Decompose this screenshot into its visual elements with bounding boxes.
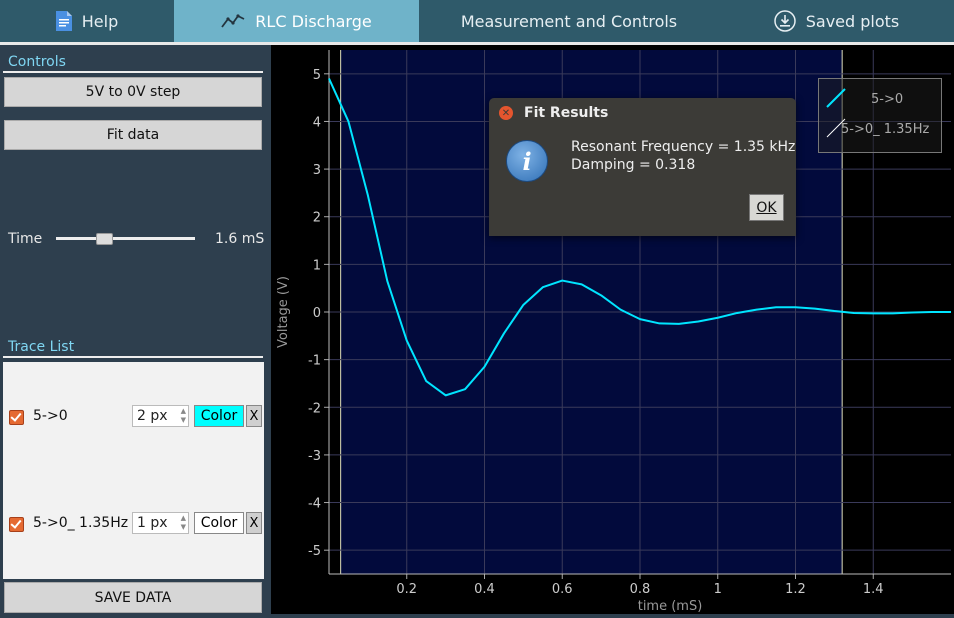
document-icon (55, 11, 72, 31)
trace-width-value: 1 px (137, 515, 168, 531)
legend-label-1: 5->0 (871, 92, 904, 107)
time-label: Time (8, 231, 43, 247)
download-icon (773, 10, 796, 32)
chart-legend[interactable]: 5->0 5->0_ 1.35Hz (818, 78, 942, 153)
y-tick-label: -3 (308, 449, 321, 464)
legend-swatch-1 (826, 88, 846, 108)
info-icon: i (506, 140, 548, 182)
x-tick-label: 1.4 (863, 582, 884, 597)
y-tick-label: -5 (308, 544, 321, 559)
time-slider-handle[interactable] (96, 233, 114, 245)
trace-remove-button[interactable]: X (246, 512, 262, 534)
trace-width-value: 2 px (137, 408, 168, 424)
chart-line-icon (221, 13, 245, 29)
legend-label-2: 5->0_ 1.35Hz (841, 122, 930, 137)
trace-row: 5->0_ 1.35Hz 1 px ▲ ▼ Color X (3, 512, 264, 536)
x-axis-label: time (mS) (638, 599, 703, 614)
y-tick-label: 4 (313, 115, 321, 130)
trace-list-divider (3, 356, 263, 358)
tab-saved-plots-label: Saved plots (805, 11, 900, 31)
y-tick-label: -4 (308, 497, 321, 512)
trace-width-spinbox[interactable]: 1 px ▲ ▼ (132, 512, 189, 534)
tab-rlc-discharge[interactable]: RLC Discharge (174, 0, 419, 42)
x-tick-label: 0.8 (630, 582, 651, 597)
spin-arrows-icon[interactable]: ▲ ▼ (181, 514, 186, 532)
trace-row: 5->0 2 px ▲ ▼ Color X (3, 405, 264, 429)
y-tick-label: 1 (313, 258, 321, 273)
y-tick-label: 0 (313, 306, 321, 321)
dialog-title: Fit Results (524, 105, 609, 121)
trace-visible-checkbox[interactable] (9, 410, 24, 425)
y-tick-label: -1 (308, 354, 321, 369)
close-icon[interactable]: ✕ (499, 106, 513, 120)
y-axis-label: Voltage (V) (276, 276, 291, 348)
x-tick-label: 1 (714, 582, 722, 597)
y-tick-label: 3 (313, 163, 321, 178)
resonant-frequency-text: Resonant Frequency = 1.35 kHz (571, 139, 796, 155)
trace-list-heading: Trace List (8, 339, 75, 355)
trace-color-button[interactable]: Color (194, 405, 244, 427)
time-slider[interactable] (56, 237, 195, 240)
tab-saved-plots[interactable]: Saved plots (719, 0, 954, 42)
trace-list: 5->0 2 px ▲ ▼ Color X 5->0_ 1.35Hz 1 px ▲… (3, 362, 264, 579)
fit-results-dialog: ✕ Fit Results i Resonant Frequency = 1.3… (489, 98, 796, 236)
spin-arrows-icon[interactable]: ▲ ▼ (181, 407, 186, 425)
y-tick-label: 5 (313, 68, 321, 83)
ok-button[interactable]: OK (749, 194, 784, 221)
time-value: 1.6 mS (215, 231, 265, 247)
trace-visible-checkbox[interactable] (9, 517, 24, 532)
tab-measurement-label: Measurement and Controls (460, 11, 678, 31)
controls-divider (3, 71, 263, 73)
fit-data-button[interactable]: Fit data (4, 120, 262, 150)
save-data-button[interactable]: SAVE DATA (4, 582, 262, 613)
step-button[interactable]: 5V to 0V step (4, 77, 262, 107)
tab-rlc-discharge-label: RLC Discharge (255, 11, 372, 31)
trace-color-button[interactable]: Color (194, 512, 244, 534)
tab-measurement-controls[interactable]: Measurement and Controls (419, 0, 719, 42)
x-tick-label: 0.6 (552, 582, 573, 597)
trace-width-spinbox[interactable]: 2 px ▲ ▼ (132, 405, 189, 427)
y-tick-label: -2 (308, 401, 321, 416)
dialog-body: i Resonant Frequency = 1.35 kHz Damping … (489, 126, 796, 236)
trace-name: 5->0_ 1.35Hz (33, 515, 129, 531)
controls-heading: Controls (8, 54, 66, 70)
tab-help[interactable]: Help (0, 0, 174, 42)
left-panel: Controls 5V to 0V step Fit data Time 1.6… (0, 45, 268, 614)
legend-swatches (826, 88, 846, 138)
damping-text: Damping = 0.318 (571, 157, 696, 173)
x-tick-label: 0.4 (474, 582, 495, 597)
x-tick-label: 0.2 (396, 582, 417, 597)
trace-name: 5->0 (33, 408, 68, 424)
tab-help-label: Help (81, 11, 119, 31)
tab-bar: Help RLC Discharge Measurement and Contr… (0, 0, 954, 42)
trace-remove-button[interactable]: X (246, 405, 262, 427)
y-tick-label: 2 (313, 211, 321, 226)
x-tick-label: 1.2 (785, 582, 806, 597)
